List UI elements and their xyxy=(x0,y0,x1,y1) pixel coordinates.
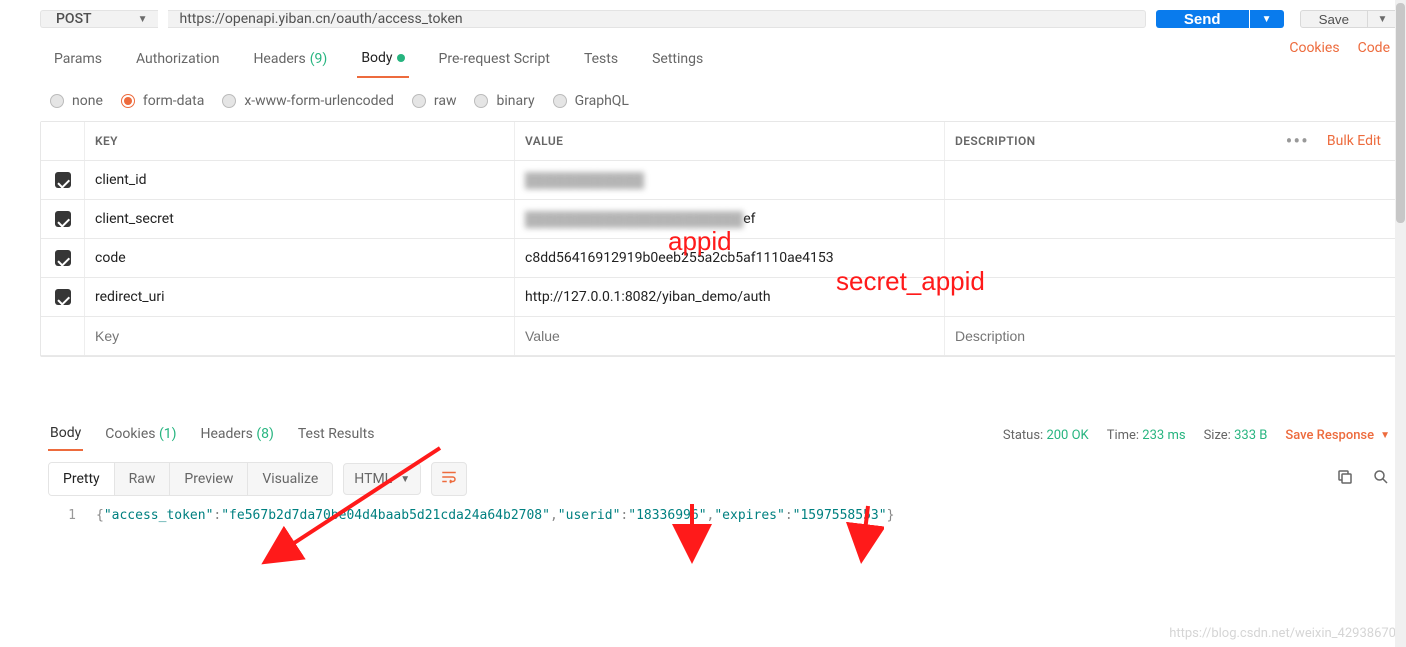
checkbox-icon[interactable] xyxy=(55,172,71,188)
cell-key[interactable]: client_secret xyxy=(85,200,515,238)
view-raw[interactable]: Raw xyxy=(115,463,171,495)
view-visualize[interactable]: Visualize xyxy=(248,463,332,495)
save-dropdown[interactable]: ▼ xyxy=(1368,10,1398,28)
search-icon[interactable] xyxy=(1372,468,1390,490)
checkbox-icon[interactable] xyxy=(55,289,71,305)
cell-desc[interactable] xyxy=(945,278,1397,316)
table-row: code c8dd56416912919b0eeb255a2cb5af1110a… xyxy=(41,239,1397,278)
chevron-down-icon: ▼ xyxy=(1380,430,1390,441)
col-key: KEY xyxy=(85,122,515,160)
radio-icon xyxy=(222,94,236,108)
more-icon[interactable]: ••• xyxy=(1286,129,1309,153)
tab-body[interactable]: Body xyxy=(357,44,408,78)
send-dropdown[interactable]: ▼ xyxy=(1250,10,1284,28)
cell-desc[interactable] xyxy=(945,239,1397,277)
dot-icon xyxy=(397,54,405,62)
chevron-down-icon: ▼ xyxy=(400,474,410,485)
radio-raw[interactable]: raw xyxy=(412,93,457,109)
time-label: Time: 233 ms xyxy=(1107,428,1186,443)
send-button[interactable]: Send xyxy=(1156,10,1249,28)
format-select[interactable]: HTML ▼ xyxy=(343,463,421,495)
radio-none[interactable]: none xyxy=(50,93,103,109)
bulk-edit-link[interactable]: Bulk Edit xyxy=(1327,133,1381,149)
cell-desc[interactable] xyxy=(945,161,1397,199)
key-input[interactable] xyxy=(95,328,504,344)
view-group: Pretty Raw Preview Visualize xyxy=(48,462,333,496)
table-row-new xyxy=(41,317,1397,356)
tab-authorization[interactable]: Authorization xyxy=(132,45,223,77)
code-link[interactable]: Code xyxy=(1358,40,1390,56)
radio-icon xyxy=(50,94,64,108)
tab-tests[interactable]: Tests xyxy=(580,45,622,77)
col-value: VALUE xyxy=(515,122,945,160)
radio-icon xyxy=(121,94,135,108)
url-input[interactable]: https://openapi.yiban.cn/oauth/access_to… xyxy=(168,10,1146,28)
table-row: redirect_uri http://127.0.0.1:8082/yiban… xyxy=(41,278,1397,317)
chevron-down-icon: ▼ xyxy=(138,14,148,25)
cookies-link[interactable]: Cookies xyxy=(1289,40,1339,56)
save-button[interactable]: Save xyxy=(1300,10,1368,28)
tab-settings[interactable]: Settings xyxy=(648,45,707,77)
resp-tab-body[interactable]: Body xyxy=(48,421,83,451)
tab-prerequest[interactable]: Pre-request Script xyxy=(435,45,554,77)
view-pretty[interactable]: Pretty xyxy=(49,463,115,495)
scrollbar-thumb[interactable] xyxy=(1396,3,1405,223)
cell-key[interactable]: code xyxy=(85,239,515,277)
size-label: Size: 333 B xyxy=(1204,428,1268,443)
desc-input[interactable] xyxy=(955,328,1387,344)
checkbox-icon[interactable] xyxy=(55,211,71,227)
cell-key[interactable]: redirect_uri xyxy=(85,278,515,316)
radio-icon xyxy=(553,94,567,108)
view-preview[interactable]: Preview xyxy=(170,463,248,495)
url-value: https://openapi.yiban.cn/oauth/access_to… xyxy=(180,11,463,27)
table-row: client_secret ██████████████████████ef xyxy=(41,200,1397,239)
radio-graphql[interactable]: GraphQL xyxy=(553,93,629,109)
checkbox-icon[interactable] xyxy=(55,250,71,266)
resp-tab-cookies[interactable]: Cookies (1) xyxy=(103,422,178,450)
table-header: KEY VALUE DESCRIPTION xyxy=(41,122,1397,161)
cell-key[interactable]: client_id xyxy=(85,161,515,199)
resp-tab-tests[interactable]: Test Results xyxy=(296,422,377,450)
resp-tab-headers[interactable]: Headers (8) xyxy=(199,422,276,450)
status-label: Status: 200 OK xyxy=(1003,428,1089,443)
line-number: 1 xyxy=(48,508,76,523)
tab-headers[interactable]: Headers (9) xyxy=(249,45,331,77)
value-input[interactable] xyxy=(525,328,934,344)
cell-value[interactable]: ██████████████████████ef xyxy=(515,200,945,238)
cell-value[interactable]: http://127.0.0.1:8082/yiban_demo/auth xyxy=(515,278,945,316)
http-method-select[interactable]: POST ▼ xyxy=(40,10,158,28)
json-content: {"access_token":"fe567b2d7da70be04d4baab… xyxy=(96,508,894,523)
tab-params[interactable]: Params xyxy=(50,45,106,77)
http-method-label: POST xyxy=(56,11,92,27)
radio-formdata[interactable]: form-data xyxy=(121,93,204,109)
radio-binary[interactable]: binary xyxy=(474,93,534,109)
radio-icon xyxy=(474,94,488,108)
cell-value[interactable]: c8dd56416912919b0eeb255a2cb5af1110ae4153 xyxy=(515,239,945,277)
linewrap-button[interactable] xyxy=(431,462,467,496)
scrollbar[interactable] xyxy=(1395,0,1406,647)
radio-xwww[interactable]: x-www-form-urlencoded xyxy=(222,93,394,109)
response-body[interactable]: 1 {"access_token":"fe567b2d7da70be04d4ba… xyxy=(40,500,1398,543)
radio-icon xyxy=(412,94,426,108)
cell-desc[interactable] xyxy=(945,200,1397,238)
save-response-button[interactable]: Save Response ▼ xyxy=(1285,428,1390,443)
watermark: https://blog.csdn.net/weixin_42938670 xyxy=(1169,626,1396,641)
copy-icon[interactable] xyxy=(1336,468,1354,490)
cell-value[interactable]: ████████████ xyxy=(515,161,945,199)
table-row: client_id ████████████ xyxy=(41,161,1397,200)
